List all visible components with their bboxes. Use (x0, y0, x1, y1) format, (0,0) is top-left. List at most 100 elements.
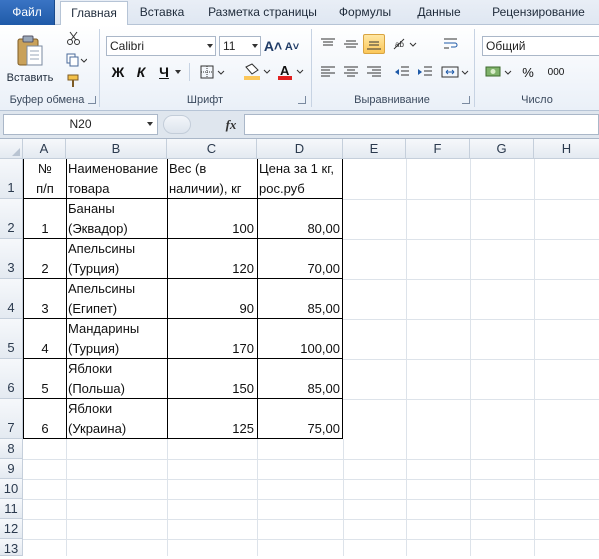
percent-button[interactable]: % (519, 62, 537, 82)
shrink-font-button[interactable]: A˅ (284, 38, 300, 56)
row-header[interactable]: 6 (0, 359, 23, 399)
cell-price[interactable]: 85,00 (258, 299, 340, 318)
italic-button[interactable]: К (132, 62, 150, 82)
chevron-down-icon (207, 44, 213, 48)
decrease-indent-button[interactable] (392, 62, 412, 82)
name-box[interactable]: N20 (3, 114, 158, 135)
cell-price[interactable]: 100,00 (258, 339, 340, 358)
cell-price[interactable]: 80,00 (258, 219, 340, 238)
tab-page-layout[interactable]: Разметка страницы (200, 0, 325, 25)
grow-font-button[interactable]: A˄ (264, 36, 282, 56)
cell-weight[interactable]: 125 (168, 419, 254, 438)
formula-input[interactable] (244, 114, 599, 135)
cut-button[interactable] (62, 29, 86, 47)
cell-name[interactable]: Апельсины (Турция) (68, 239, 167, 278)
formula-divider-handle[interactable] (163, 115, 191, 134)
borders-button[interactable] (198, 63, 228, 81)
worksheet-grid[interactable]: A B C D E F G H 1 2 3 4 5 6 7 8 9 10 11 … (0, 139, 599, 556)
column-header[interactable]: A (23, 139, 66, 159)
header-cell-name[interactable]: Наименование товара (68, 159, 167, 198)
cell-weight[interactable]: 90 (168, 299, 254, 318)
cell-name[interactable]: Яблоки (Украина) (68, 399, 167, 438)
row-header[interactable]: 12 (0, 519, 23, 539)
column-header[interactable]: C (167, 139, 257, 159)
column-header[interactable]: E (343, 139, 406, 159)
row-header[interactable]: 8 (0, 439, 23, 459)
orientation-button[interactable]: ab (391, 34, 419, 54)
font-name-dropdown[interactable]: Calibri (106, 36, 216, 56)
row-header[interactable]: 11 (0, 499, 23, 519)
chevron-down-icon[interactable] (147, 122, 153, 126)
header-cell-number[interactable]: № п/п (24, 159, 66, 198)
tab-review[interactable]: Рецензирование (478, 0, 599, 25)
row-header[interactable]: 5 (0, 319, 23, 359)
row-header[interactable]: 10 (0, 479, 23, 499)
column-header[interactable]: F (406, 139, 470, 159)
cell-name[interactable]: Яблоки (Польша) (68, 359, 167, 398)
cell-price[interactable]: 70,00 (258, 259, 340, 278)
align-middle-button[interactable] (341, 34, 361, 54)
cell-weight[interactable]: 170 (168, 339, 254, 358)
row-header[interactable]: 7 (0, 399, 23, 439)
tab-insert[interactable]: Вставка (132, 0, 192, 25)
column-header[interactable]: D (257, 139, 343, 159)
align-bottom-button[interactable] (363, 34, 385, 54)
row-header[interactable]: 3 (0, 239, 23, 279)
insert-function-button[interactable]: fx (222, 115, 240, 134)
cell-number[interactable]: 5 (24, 379, 66, 398)
tab-formulas[interactable]: Формулы (330, 0, 400, 25)
merge-center-button[interactable] (440, 62, 470, 82)
align-top-button[interactable] (318, 34, 338, 54)
thousands-separator-button[interactable]: 000 (542, 62, 570, 82)
copy-button[interactable] (62, 51, 90, 69)
underline-dropdown[interactable] (174, 68, 182, 76)
cell-weight[interactable]: 120 (168, 259, 254, 278)
cell-number[interactable]: 6 (24, 419, 66, 438)
header-cell-weight[interactable]: Вес (в наличии), кг (169, 159, 257, 198)
cell-price[interactable]: 85,00 (258, 379, 340, 398)
cell-name[interactable]: Апельсины (Египет) (68, 279, 167, 318)
row-header[interactable]: 2 (0, 199, 23, 239)
font-launcher-icon[interactable] (298, 96, 306, 104)
select-all-button[interactable] (0, 139, 23, 159)
row-header[interactable]: 13 (0, 539, 23, 556)
formula-bar: N20 fx (0, 111, 599, 139)
fill-color-button[interactable] (241, 62, 273, 82)
cell-weight[interactable]: 150 (168, 379, 254, 398)
clipboard-launcher-icon[interactable] (88, 96, 96, 104)
row-header[interactable]: 1 (0, 159, 23, 199)
tab-data[interactable]: Данные (406, 0, 472, 25)
cell-number[interactable]: 1 (24, 219, 66, 238)
alignment-launcher-icon[interactable] (462, 96, 470, 104)
paste-button[interactable]: Вставить (6, 28, 54, 90)
cell-number[interactable]: 4 (24, 339, 66, 358)
cell-name[interactable]: Бананы (Эквадор) (68, 199, 167, 238)
cell-name[interactable]: Мандарины (Турция) (68, 319, 167, 358)
cell-number[interactable]: 2 (24, 259, 66, 278)
bold-button[interactable]: Ж (109, 62, 127, 82)
format-painter-button[interactable] (62, 72, 86, 90)
column-header[interactable]: B (66, 139, 167, 159)
header-cell-price[interactable]: Цена за 1 кг, рос.руб (259, 159, 343, 198)
row-header[interactable]: 9 (0, 459, 23, 479)
increase-indent-button[interactable] (415, 62, 435, 82)
tab-file[interactable]: Файл (0, 0, 55, 25)
align-center-button[interactable] (341, 62, 361, 82)
wrap-text-button[interactable] (440, 34, 462, 54)
cell-number[interactable]: 3 (24, 299, 66, 318)
currency-format-button[interactable] (484, 62, 516, 82)
cell-price[interactable]: 75,00 (258, 419, 340, 438)
row-header[interactable]: 4 (0, 279, 23, 319)
cell-weight[interactable]: 100 (168, 219, 254, 238)
font-size-dropdown[interactable]: 11 (219, 36, 261, 56)
column-header[interactable]: G (470, 139, 534, 159)
tab-home[interactable]: Главная (60, 1, 128, 26)
shrink-font-icon: A˅ (284, 41, 300, 53)
clipboard-group-label: Буфер обмена (9, 94, 85, 106)
column-header[interactable]: H (534, 139, 599, 159)
underline-button[interactable]: Ч (155, 62, 173, 82)
font-color-button[interactable]: A (276, 62, 306, 82)
number-format-dropdown[interactable]: Общий (482, 36, 599, 56)
align-left-button[interactable] (318, 62, 338, 82)
align-right-button[interactable] (364, 62, 384, 82)
